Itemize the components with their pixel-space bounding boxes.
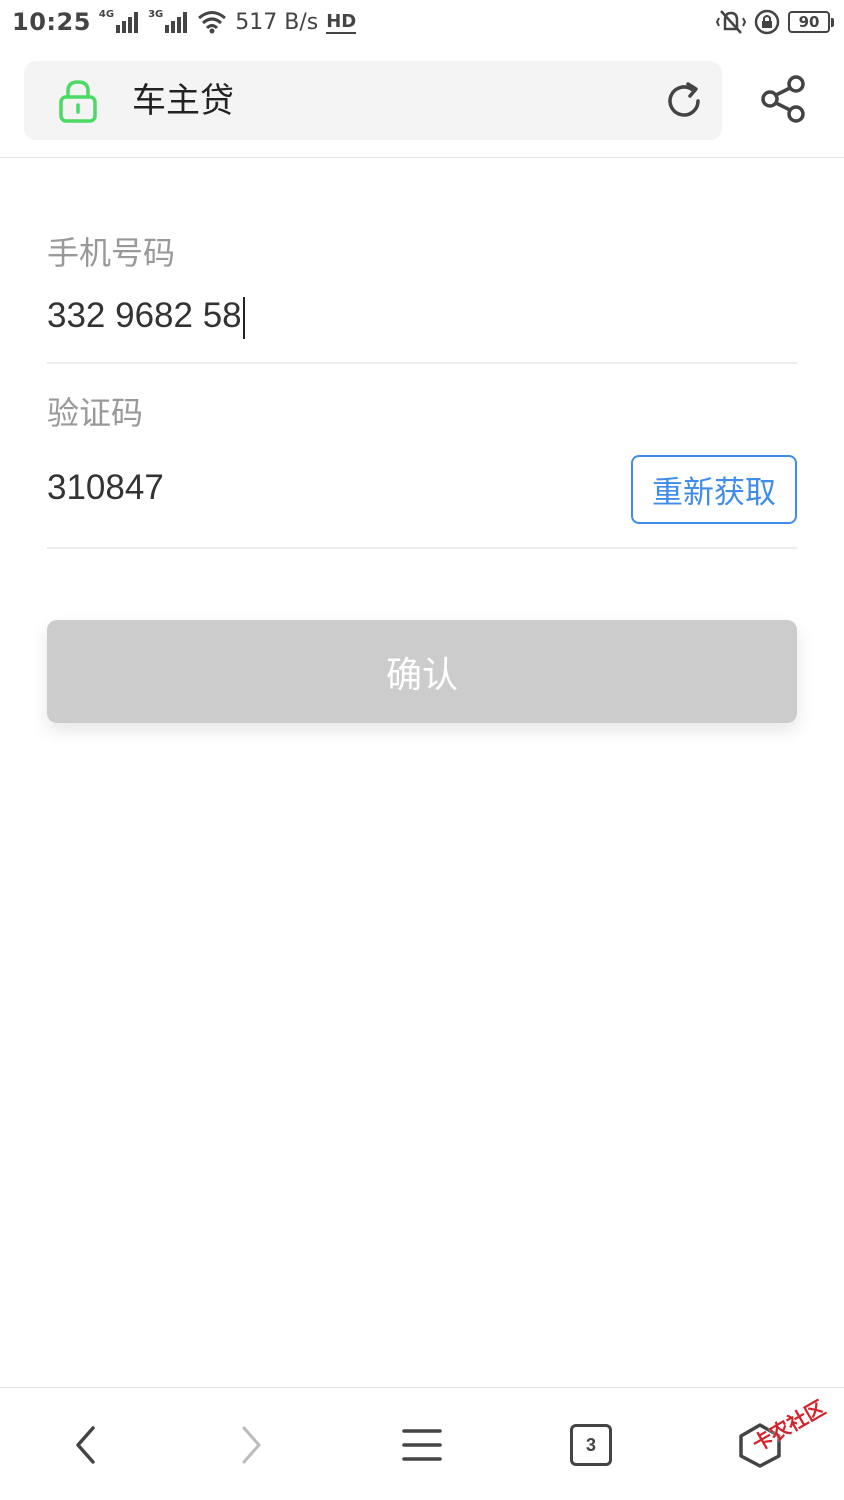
code-label: 验证码: [47, 394, 144, 432]
reload-icon[interactable]: [662, 79, 706, 123]
network-speed: 517 B/s: [235, 9, 319, 35]
signal-icon: [116, 12, 139, 33]
wifi-icon: [198, 11, 227, 34]
address-bar[interactable]: 车主贷: [24, 61, 722, 140]
vibrate-icon: [716, 10, 746, 34]
network-type-2: 3G: [148, 8, 164, 20]
page-title: 车主贷: [132, 81, 234, 121]
status-time: 10:25: [12, 8, 91, 36]
menu-icon: [402, 1429, 442, 1461]
code-divider: [47, 547, 797, 549]
phone-input[interactable]: 332 9682 58: [47, 296, 245, 339]
status-bar-left: 10:25 4G 3G 517 B/s HD: [12, 8, 357, 36]
forward-button[interactable]: [222, 1410, 282, 1480]
rotation-lock-icon: [754, 9, 780, 35]
tab-count-badge: 3: [570, 1424, 612, 1466]
tabs-button[interactable]: 3: [561, 1410, 621, 1480]
hd-voice-icon: HD: [326, 10, 357, 34]
chevron-left-icon: [76, 1426, 95, 1464]
resend-code-button[interactable]: 重新获取: [631, 455, 797, 524]
chevron-right-icon: [242, 1426, 261, 1464]
browser-top-bar: 车主贷: [0, 44, 844, 158]
code-input[interactable]: 310847: [47, 468, 164, 508]
phone-divider: [47, 362, 797, 364]
network-type-1: 4G: [98, 8, 115, 20]
status-bar: 10:25 4G 3G 517 B/s HD 90: [0, 0, 844, 44]
phone-label: 手机号码: [47, 234, 176, 272]
back-button[interactable]: [55, 1410, 115, 1480]
menu-button[interactable]: [392, 1410, 452, 1480]
phone-input-value: 332 9682 58: [47, 296, 242, 335]
text-caret: [242, 296, 245, 339]
lock-icon: [59, 80, 97, 123]
battery-indicator: 90: [788, 11, 834, 33]
browser-screen: 10:25 4G 3G 517 B/s HD 90 车主贷 手机号码 332 9…: [0, 0, 844, 1500]
signal-icon-2: [165, 12, 188, 33]
share-icon[interactable]: [760, 74, 806, 124]
status-bar-right: 90: [716, 9, 834, 35]
confirm-button[interactable]: 确认: [47, 620, 797, 723]
browser-bottom-bar: 3: [0, 1387, 844, 1500]
